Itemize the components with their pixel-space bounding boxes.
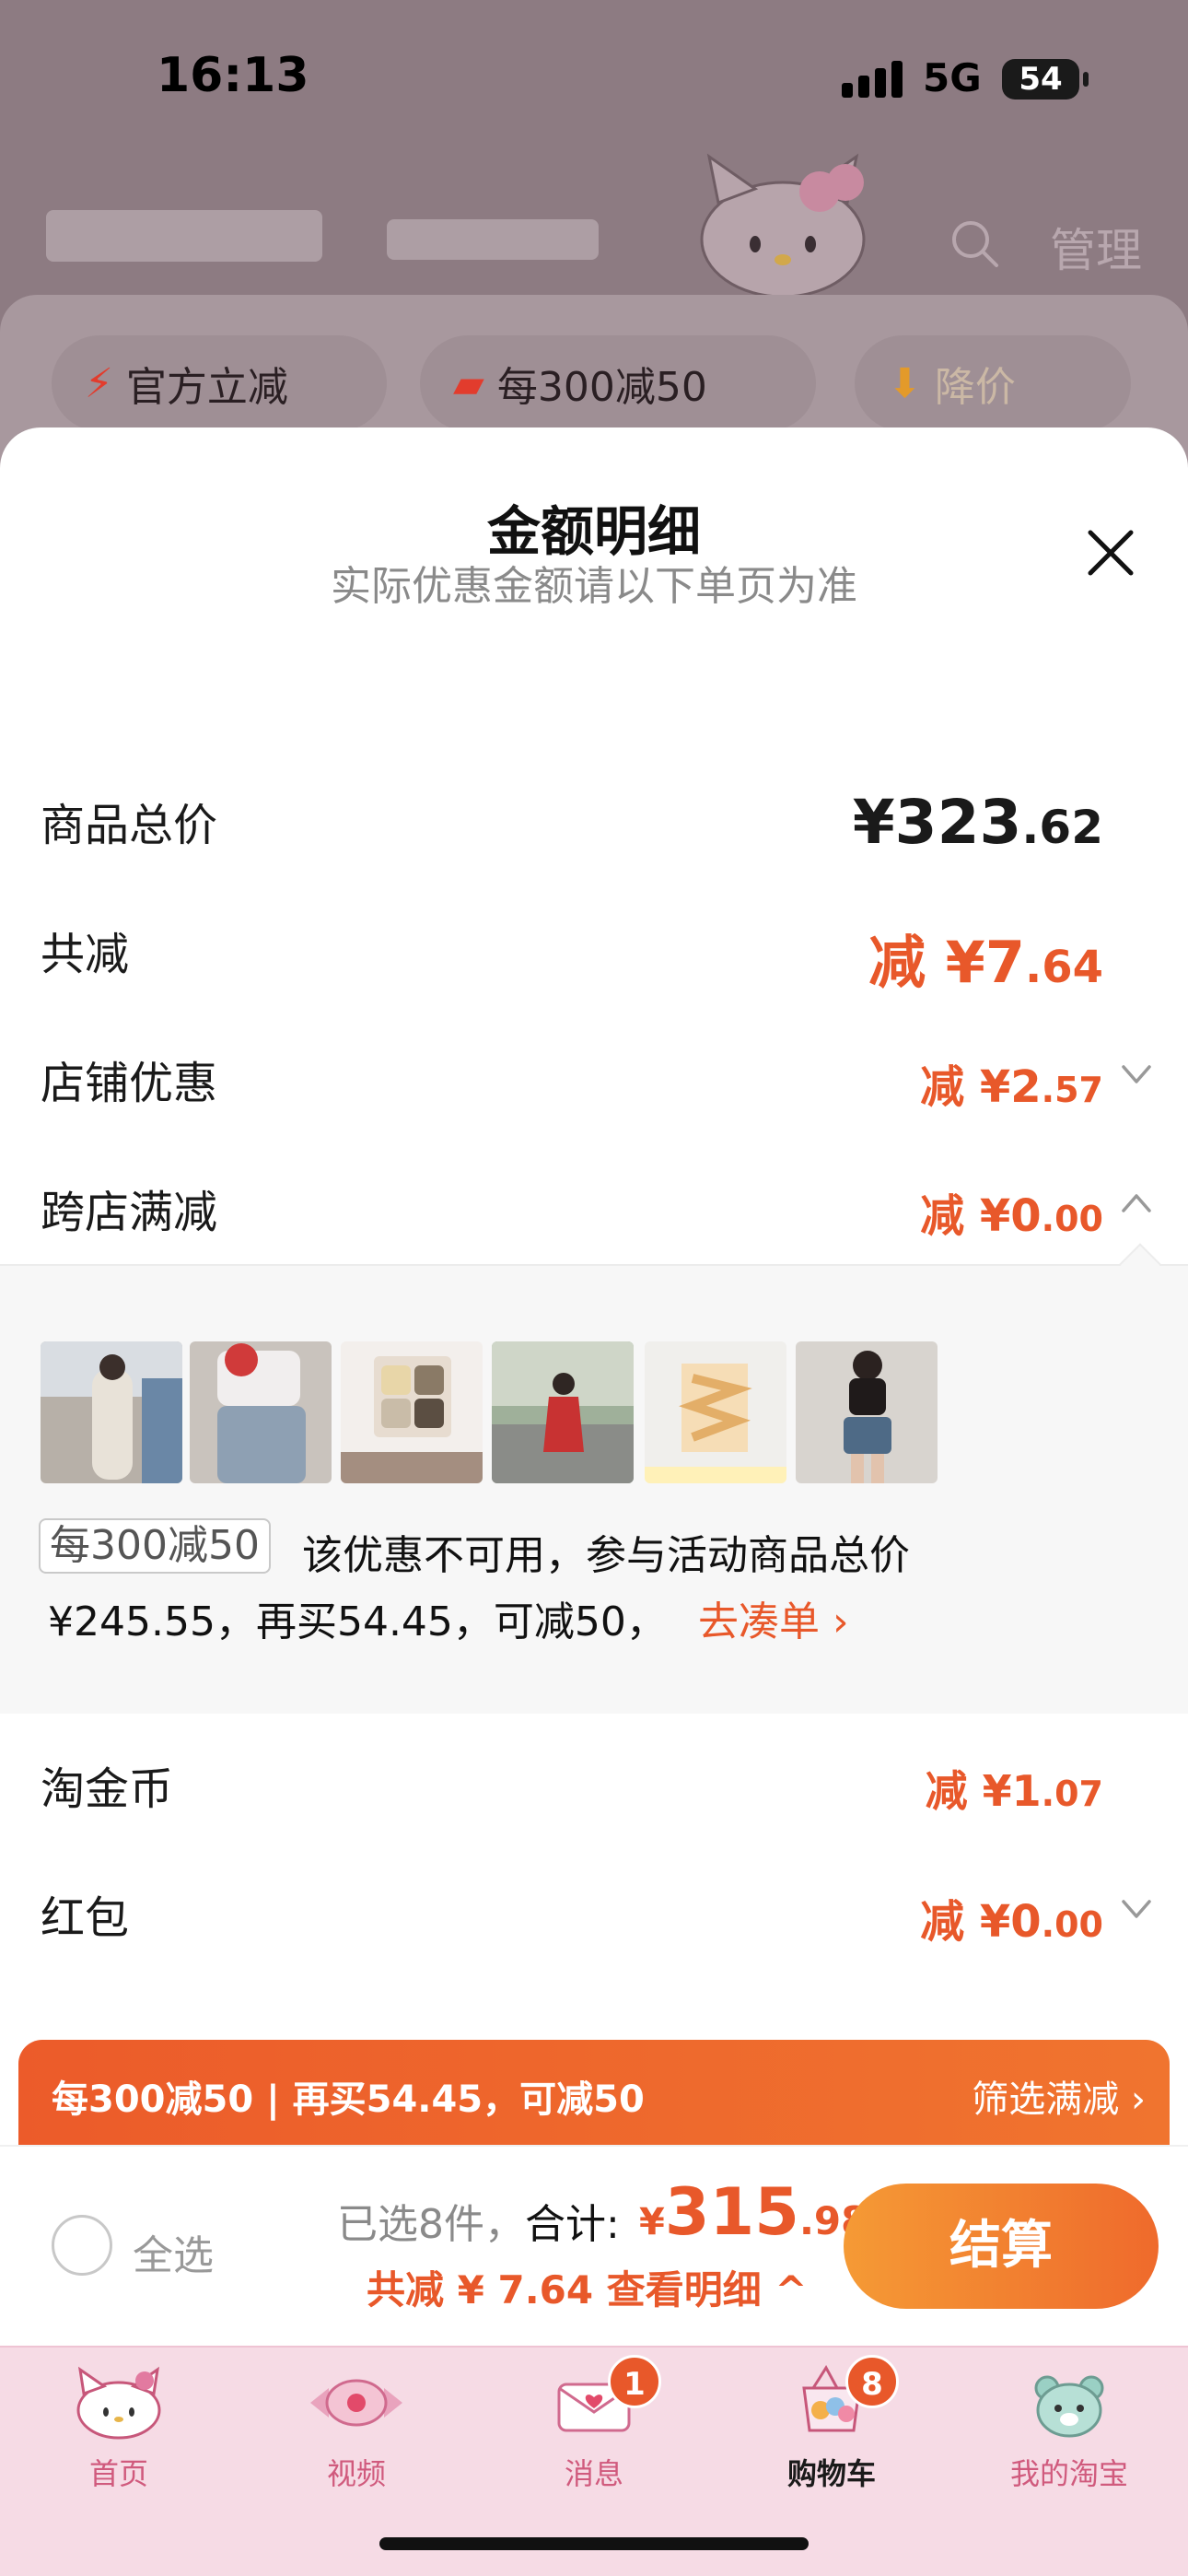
taojinbi-integer: 减 ¥1 [925, 1766, 1042, 1816]
goods-total-value: ¥323.62 [853, 787, 1103, 858]
filter-full-reduction-link[interactable]: 筛选满减 › [972, 2069, 1146, 2123]
promo-bar-text: 每300减50 | 再买54.45，可减50 [52, 2078, 645, 2121]
cart-badge: 8 [845, 2355, 899, 2408]
promotion-unavailable-text: 该优惠不可用，参与活动商品总价 [302, 1532, 910, 1579]
chevron-down-icon[interactable] [1118, 1056, 1155, 1093]
close-icon[interactable] [1083, 525, 1138, 580]
shop-discount-integer: 减 ¥2 [920, 1061, 1042, 1113]
cross-store-discount-value[interactable]: 减 ¥0.00 [920, 1179, 1103, 1244]
filter-chip-300-minus-50[interactable]: ▰ 每300减50 [420, 335, 816, 431]
selected-count: 已选8件，合计: [337, 2191, 620, 2250]
promotion-detail-text: ¥245.55，再买54.45，可减50， [48, 1598, 667, 1645]
network-type: 5G [923, 55, 982, 100]
cross-store-discount-label[interactable]: 跨店满减 [41, 1176, 217, 1240]
tab-label: 购物车 [786, 2456, 876, 2491]
red-packet-label[interactable]: 红包 [41, 1881, 129, 1946]
filter-chip-label: 官方立减 [125, 364, 288, 411]
kitty-home-icon [76, 2366, 161, 2440]
total-price-integer: 315 [664, 2174, 799, 2250]
select-all-checkbox[interactable] [52, 2215, 112, 2276]
checkout-button[interactable]: 结算 [844, 2184, 1159, 2309]
hello-kitty-decoration-icon [700, 153, 866, 295]
filter-chip-label: 每300减50 [496, 364, 707, 411]
filter-chip-label: 降价 [934, 364, 1016, 411]
status-bar: 16:13 5G 54 [0, 0, 1188, 157]
total-reduce-label: 共减 [41, 929, 130, 980]
cross-store-integer: 减 ¥0 [920, 1190, 1042, 1242]
currency-symbol: ¥ [639, 2201, 665, 2243]
taojinbi-decimal: .07 [1041, 1774, 1103, 1814]
tab-home[interactable]: 首页 [0, 2360, 238, 2499]
tab-label: 消息 [564, 2456, 623, 2491]
cross-store-decimal: .00 [1041, 1199, 1103, 1239]
total-price: ¥315.98 [639, 2174, 868, 2250]
taojinbi-value: 减 ¥1.07 [926, 1758, 1103, 1819]
chevron-up-icon[interactable] [1118, 1185, 1155, 1222]
product-thumbnail[interactable] [645, 1341, 786, 1483]
tab-video[interactable]: 视频 [238, 2360, 475, 2499]
product-thumbnail[interactable] [492, 1341, 634, 1483]
manage-button[interactable]: 管理 [1050, 214, 1142, 280]
tab-label: 首页 [88, 2456, 148, 2491]
tab-label: 视频 [326, 2456, 386, 2491]
tab-my-taobao[interactable]: 我的淘宝 [950, 2360, 1188, 2499]
goods-total-decimal: .62 [1021, 801, 1103, 854]
bear-icon [1034, 2375, 1104, 2438]
red-packet-decimal: .00 [1041, 1904, 1103, 1945]
goods-total-label: 商品总价 [41, 800, 218, 851]
signal-icon [842, 61, 903, 98]
shop-discount-decimal: .57 [1041, 1070, 1103, 1110]
bolt-icon: ⚡ [85, 359, 113, 407]
shop-discount-label[interactable]: 店铺优惠 [41, 1047, 217, 1111]
shop-discount-value[interactable]: 减 ¥2.57 [920, 1050, 1103, 1115]
tab-label: 我的淘宝 [1009, 2456, 1128, 2491]
promotion-tag: 每300减50 [39, 1518, 271, 1574]
select-all-label[interactable]: 全选 [133, 2222, 214, 2281]
blurred-shop-name [46, 210, 322, 262]
battery-level: 54 [1019, 61, 1063, 98]
tab-cart[interactable]: 购物车 [713, 2360, 950, 2499]
red-packet-value[interactable]: 减 ¥0.00 [920, 1885, 1103, 1950]
blurred-shop-name-2 [387, 219, 599, 260]
total-reduce-decimal: .64 [1024, 942, 1103, 993]
search-icon[interactable] [949, 217, 1000, 269]
chevron-down-icon[interactable] [1118, 1891, 1155, 1927]
red-packet-integer: 减 ¥0 [920, 1896, 1042, 1948]
goods-total-integer: ¥323 [852, 787, 1022, 858]
status-time: 16:13 [157, 48, 309, 103]
product-thumbnail[interactable] [796, 1341, 938, 1483]
view-details-link[interactable]: 共减 ¥ 7.64 查看明细 ^ [367, 2259, 808, 2315]
filter-chip-price-drop[interactable]: ⬇ 降价 [855, 335, 1131, 431]
filter-chip-official[interactable]: ⚡ 官方立减 [52, 335, 387, 431]
home-indicator [379, 2537, 809, 2550]
candy-video-icon [310, 2379, 402, 2427]
product-thumbnail[interactable] [190, 1341, 332, 1483]
total-reduce-integer: 减 ¥7 [868, 929, 1025, 996]
battery-icon: 54 [1002, 59, 1089, 100]
taojinbi-label: 淘金币 [41, 1763, 174, 1815]
total-label: 合计: [525, 2201, 620, 2248]
shop-icon: ▰ [453, 359, 484, 407]
product-thumbnail[interactable] [41, 1341, 182, 1483]
add-more-items-link[interactable]: 去凑单 › [698, 1588, 849, 1647]
down-arrow-icon: ⬇ [888, 359, 922, 407]
selected-count-text: 已选8件， [337, 2201, 525, 2248]
total-reduce-value: 减 ¥7.64 [868, 916, 1103, 999]
message-badge: 1 [608, 2355, 661, 2408]
product-thumbnail[interactable] [341, 1341, 483, 1483]
sheet-subtitle: 实际优惠金额请以下单页为准 [331, 563, 857, 610]
tab-messages[interactable]: 消息 [475, 2360, 713, 2499]
